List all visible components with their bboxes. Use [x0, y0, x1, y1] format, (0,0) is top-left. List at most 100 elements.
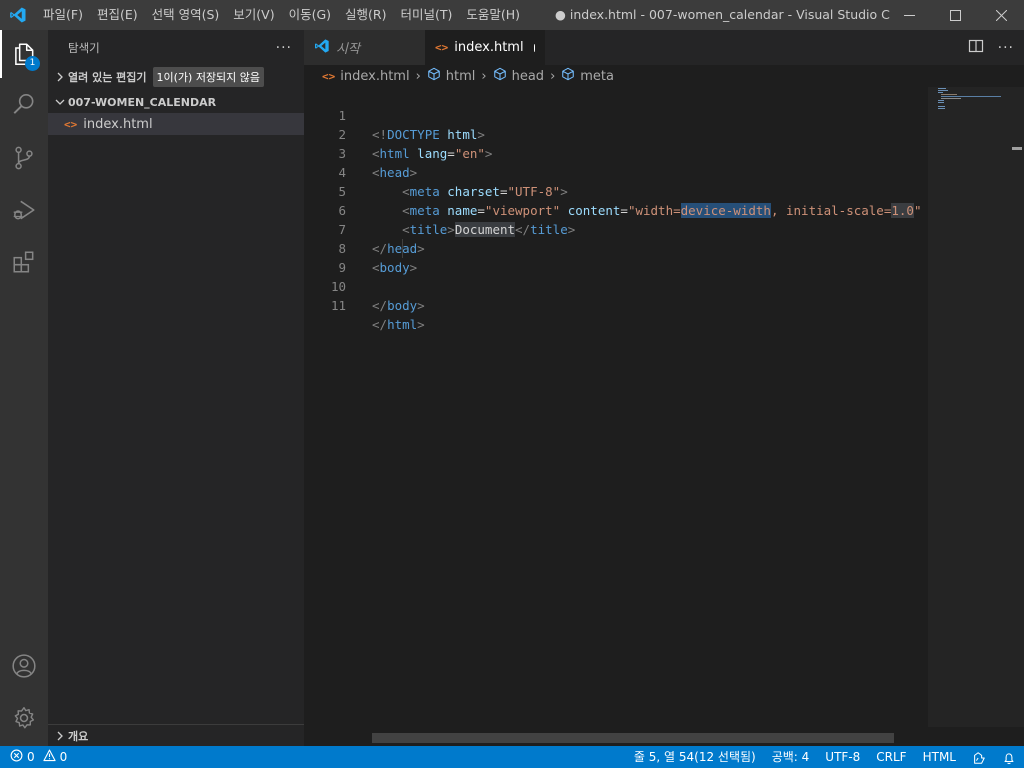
status-right: 줄 5, 열 54(12 선택됨) 공백: 4 UTF-8 CRLF HTML [626, 746, 1024, 768]
breadcrumb-label: html [445, 68, 476, 84]
menu-file[interactable]: 파일(F) [36, 0, 90, 30]
tab-label: 시작 [336, 42, 360, 57]
feedback-icon[interactable] [964, 746, 994, 768]
minimap[interactable] [928, 87, 1008, 727]
editor-actions: ··· [968, 30, 1014, 65]
indentation-status[interactable]: 공백: 4 [764, 746, 818, 768]
error-icon [10, 749, 23, 765]
html-file-icon: <> [322, 69, 336, 83]
explorer-badge: 1 [25, 56, 40, 71]
breadcrumb-file[interactable]: <> index.html [322, 69, 410, 84]
menu-selection[interactable]: 선택 영역(S) [145, 0, 227, 30]
extensions-activity-button[interactable] [0, 238, 48, 286]
activity-bar: 1 [0, 30, 48, 746]
account-icon [12, 654, 36, 678]
extensions-icon [13, 251, 34, 273]
breadcrumb-label: index.html [340, 68, 410, 84]
chevron-right-icon: › [415, 68, 421, 84]
code-line: 1 <!DOCTYPE html> [304, 87, 926, 142]
sidebar-title: 탐색기 [68, 40, 100, 55]
eol-status[interactable]: CRLF [868, 746, 914, 768]
breadcrumb-html[interactable]: › html [410, 67, 476, 85]
code-line: 8 <body> [304, 220, 926, 275]
code-line: 11 </html> [304, 277, 926, 332]
tab-index-html[interactable]: <> index.html [425, 30, 545, 65]
open-editors-label: 열려 있는 편집기 [68, 71, 147, 84]
menu-terminal[interactable]: 터미널(T) [394, 0, 460, 30]
explorer-sidebar: 탐색기 ··· 열려 있는 편집기 1이(가) 저장되지 않음 007-WOME… [48, 30, 304, 746]
menu-bar: 파일(F) 편집(E) 선택 영역(S) 보기(V) 이동(G) 실행(R) 터… [36, 0, 527, 30]
breadcrumb-meta[interactable]: › meta [544, 67, 614, 85]
search-activity-button[interactable] [0, 80, 48, 128]
window-controls [886, 0, 1024, 30]
search-icon [13, 93, 34, 114]
chevron-down-icon [52, 97, 68, 107]
code-line: 3 <head> [304, 125, 926, 180]
warning-count: 0 [59, 750, 68, 764]
error-count: 0 [27, 750, 35, 764]
manage-activity-button[interactable] [0, 694, 48, 742]
tab-welcome[interactable]: 시작 [304, 30, 425, 65]
minimize-icon [903, 14, 915, 16]
run-debug-icon [13, 200, 35, 220]
menu-run[interactable]: 실행(R) [338, 0, 393, 30]
split-editor-icon[interactable] [968, 38, 984, 58]
vscode-logo-icon [314, 38, 330, 58]
editor-tabs: 시작 <> index.html ··· [304, 30, 1024, 65]
symbol-element-icon [427, 67, 441, 85]
chevron-right-icon [52, 731, 68, 741]
html-file-icon: <> [64, 117, 78, 131]
problems-status[interactable]: 0 0 [0, 749, 67, 765]
sidebar-header: 탐색기 ··· [48, 30, 304, 65]
vscode-logo-icon [0, 0, 36, 30]
minimize-button[interactable] [886, 0, 932, 30]
file-item-index-html[interactable]: <> index.html [48, 113, 304, 135]
menu-help[interactable]: 도움말(H) [459, 0, 527, 30]
maximize-button[interactable] [932, 0, 978, 30]
symbol-element-icon [493, 67, 507, 85]
status-bar: 0 0 줄 5, 열 54(12 선택됨) 공백: 4 UTF-8 CRLF H… [0, 746, 1024, 768]
file-item-label: index.html [83, 116, 153, 132]
accounts-activity-button[interactable] [0, 642, 48, 690]
workspace-folder-header[interactable]: 007-WOMEN_CALENDAR [48, 91, 304, 113]
indent-guide [402, 239, 403, 258]
chevron-right-icon: › [550, 68, 556, 84]
code-editor[interactable]: 1 <!DOCTYPE html> 2 <html lang="en"> 3 <… [304, 87, 926, 727]
language-mode-status[interactable]: HTML [915, 746, 964, 768]
code-line: 9 [304, 239, 926, 275]
cursor-position-status[interactable]: 줄 5, 열 54(12 선택됨) [626, 746, 764, 768]
explorer-activity-button[interactable]: 1 [0, 30, 48, 78]
code-line: 10 </body> [304, 258, 926, 313]
breadcrumb-label: head [511, 68, 545, 84]
scrollbar-cursor-marker [1012, 147, 1022, 150]
menu-edit[interactable]: 편집(E) [90, 0, 145, 30]
code-line: 6 <title>Document</title> [304, 182, 926, 237]
outline-section[interactable]: 개요 [48, 724, 304, 746]
code-line: 7 </head> [304, 201, 926, 256]
notifications-bell-icon[interactable] [994, 746, 1024, 768]
html-file-icon: <> [435, 41, 449, 54]
close-window-button[interactable] [978, 0, 1024, 30]
horizontal-scrollbar[interactable] [372, 733, 894, 743]
open-editors-section[interactable]: 열려 있는 편집기 1이(가) 저장되지 않음 [48, 65, 304, 89]
breadcrumb-label: meta [580, 68, 614, 84]
line-number: 11 [330, 298, 346, 313]
menu-view[interactable]: 보기(V) [226, 0, 281, 30]
symbol-element-icon [561, 67, 575, 85]
editor-area: 시작 <> index.html ··· <> index.html › htm… [304, 30, 1024, 746]
gear-icon [14, 707, 35, 729]
run-debug-activity-button[interactable] [0, 186, 48, 234]
workspace-folder-name: 007-WOMEN_CALENDAR [68, 95, 217, 109]
menu-go[interactable]: 이동(G) [282, 0, 338, 30]
code-line: 4 <meta charset="UTF-8"> [304, 144, 926, 199]
encoding-status[interactable]: UTF-8 [817, 746, 868, 768]
breadcrumb-head[interactable]: › head [475, 67, 544, 85]
breadcrumb: <> index.html › html › head › meta [304, 65, 1024, 87]
vertical-scrollbar[interactable] [1010, 87, 1024, 727]
source-control-activity-button[interactable] [0, 134, 48, 182]
unsaved-dot-icon[interactable] [533, 43, 535, 52]
warning-icon [43, 749, 56, 765]
more-actions-icon[interactable]: ··· [998, 40, 1014, 56]
more-actions-icon[interactable]: ··· [276, 40, 292, 56]
window-title: ● index.html - 007-women_calendar - Visu… [555, 7, 890, 22]
